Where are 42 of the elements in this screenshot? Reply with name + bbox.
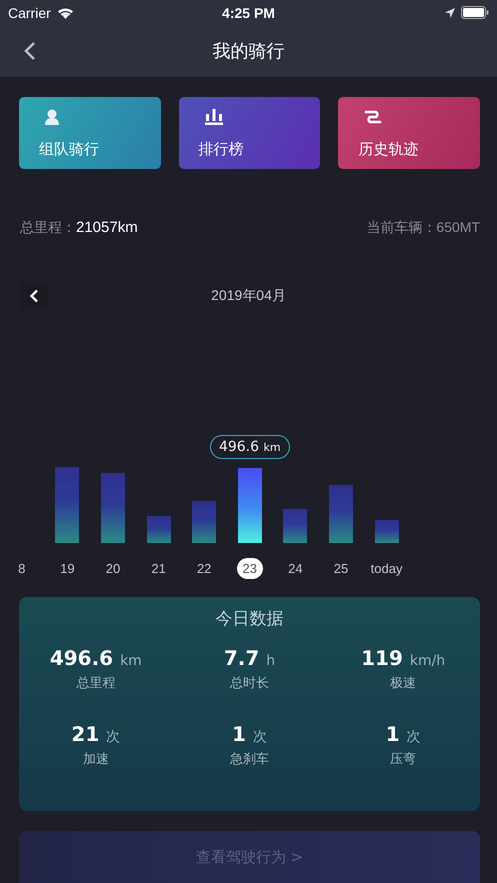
back-button[interactable] <box>24 41 36 61</box>
card-title: 今日数据 <box>216 608 284 630</box>
month-title: 2019年04月 <box>211 286 286 305</box>
stat-label: 极速 <box>390 674 416 692</box>
route-icon <box>364 109 382 125</box>
day-label[interactable]: 8 <box>12 558 32 579</box>
day-bar[interactable] <box>238 468 262 543</box>
day-label[interactable]: 25 <box>328 558 354 579</box>
day-label[interactable]: 19 <box>54 558 81 579</box>
stat-label: 加速 <box>82 750 109 768</box>
day-label[interactable]: 23 <box>236 558 263 579</box>
stat-label: 急刹车 <box>230 750 269 768</box>
day-label[interactable]: today <box>364 558 408 579</box>
stat-value: 7.7 h <box>224 646 276 670</box>
current-vehicle: 当前车辆：650MT <box>366 219 480 237</box>
day-label[interactable]: 21 <box>145 558 172 579</box>
previous-month-button[interactable] <box>21 283 47 309</box>
day-label[interactable]: 22 <box>190 558 218 579</box>
shortcut-button[interactable]: 组队骑行 <box>19 97 161 169</box>
stat-value: 1 次 <box>386 722 421 746</box>
total-distance: 总里程：21057km <box>20 219 138 237</box>
carrier-name: Carrier <box>8 4 51 20</box>
page-title: 我的骑行 <box>212 40 284 63</box>
shortcut-button[interactable]: 排行榜 <box>178 97 320 169</box>
chevron-left-icon <box>29 289 39 303</box>
person-icon <box>45 109 59 125</box>
battery-icon <box>461 6 489 19</box>
stat-label: 总时长 <box>230 674 269 692</box>
stat-value: 21 次 <box>71 722 120 746</box>
stat-value: 1 次 <box>232 722 267 746</box>
status-time: 4:25 PM <box>222 4 275 20</box>
day-label[interactable]: 20 <box>100 558 126 579</box>
wifi-icon <box>56 6 74 18</box>
stat-label: 压弯 <box>390 750 416 768</box>
stat-label: 总里程 <box>76 674 116 692</box>
stat-value: 496.6 km <box>50 646 142 670</box>
shortcut-button[interactable]: 历史轨迹 <box>338 97 480 169</box>
location-arrow-icon <box>445 8 455 18</box>
day-label[interactable]: 24 <box>282 558 309 579</box>
value-tooltip: 496.6 km <box>210 434 290 459</box>
podium-icon <box>204 109 223 125</box>
stat-value: 119 km/h <box>361 646 446 670</box>
